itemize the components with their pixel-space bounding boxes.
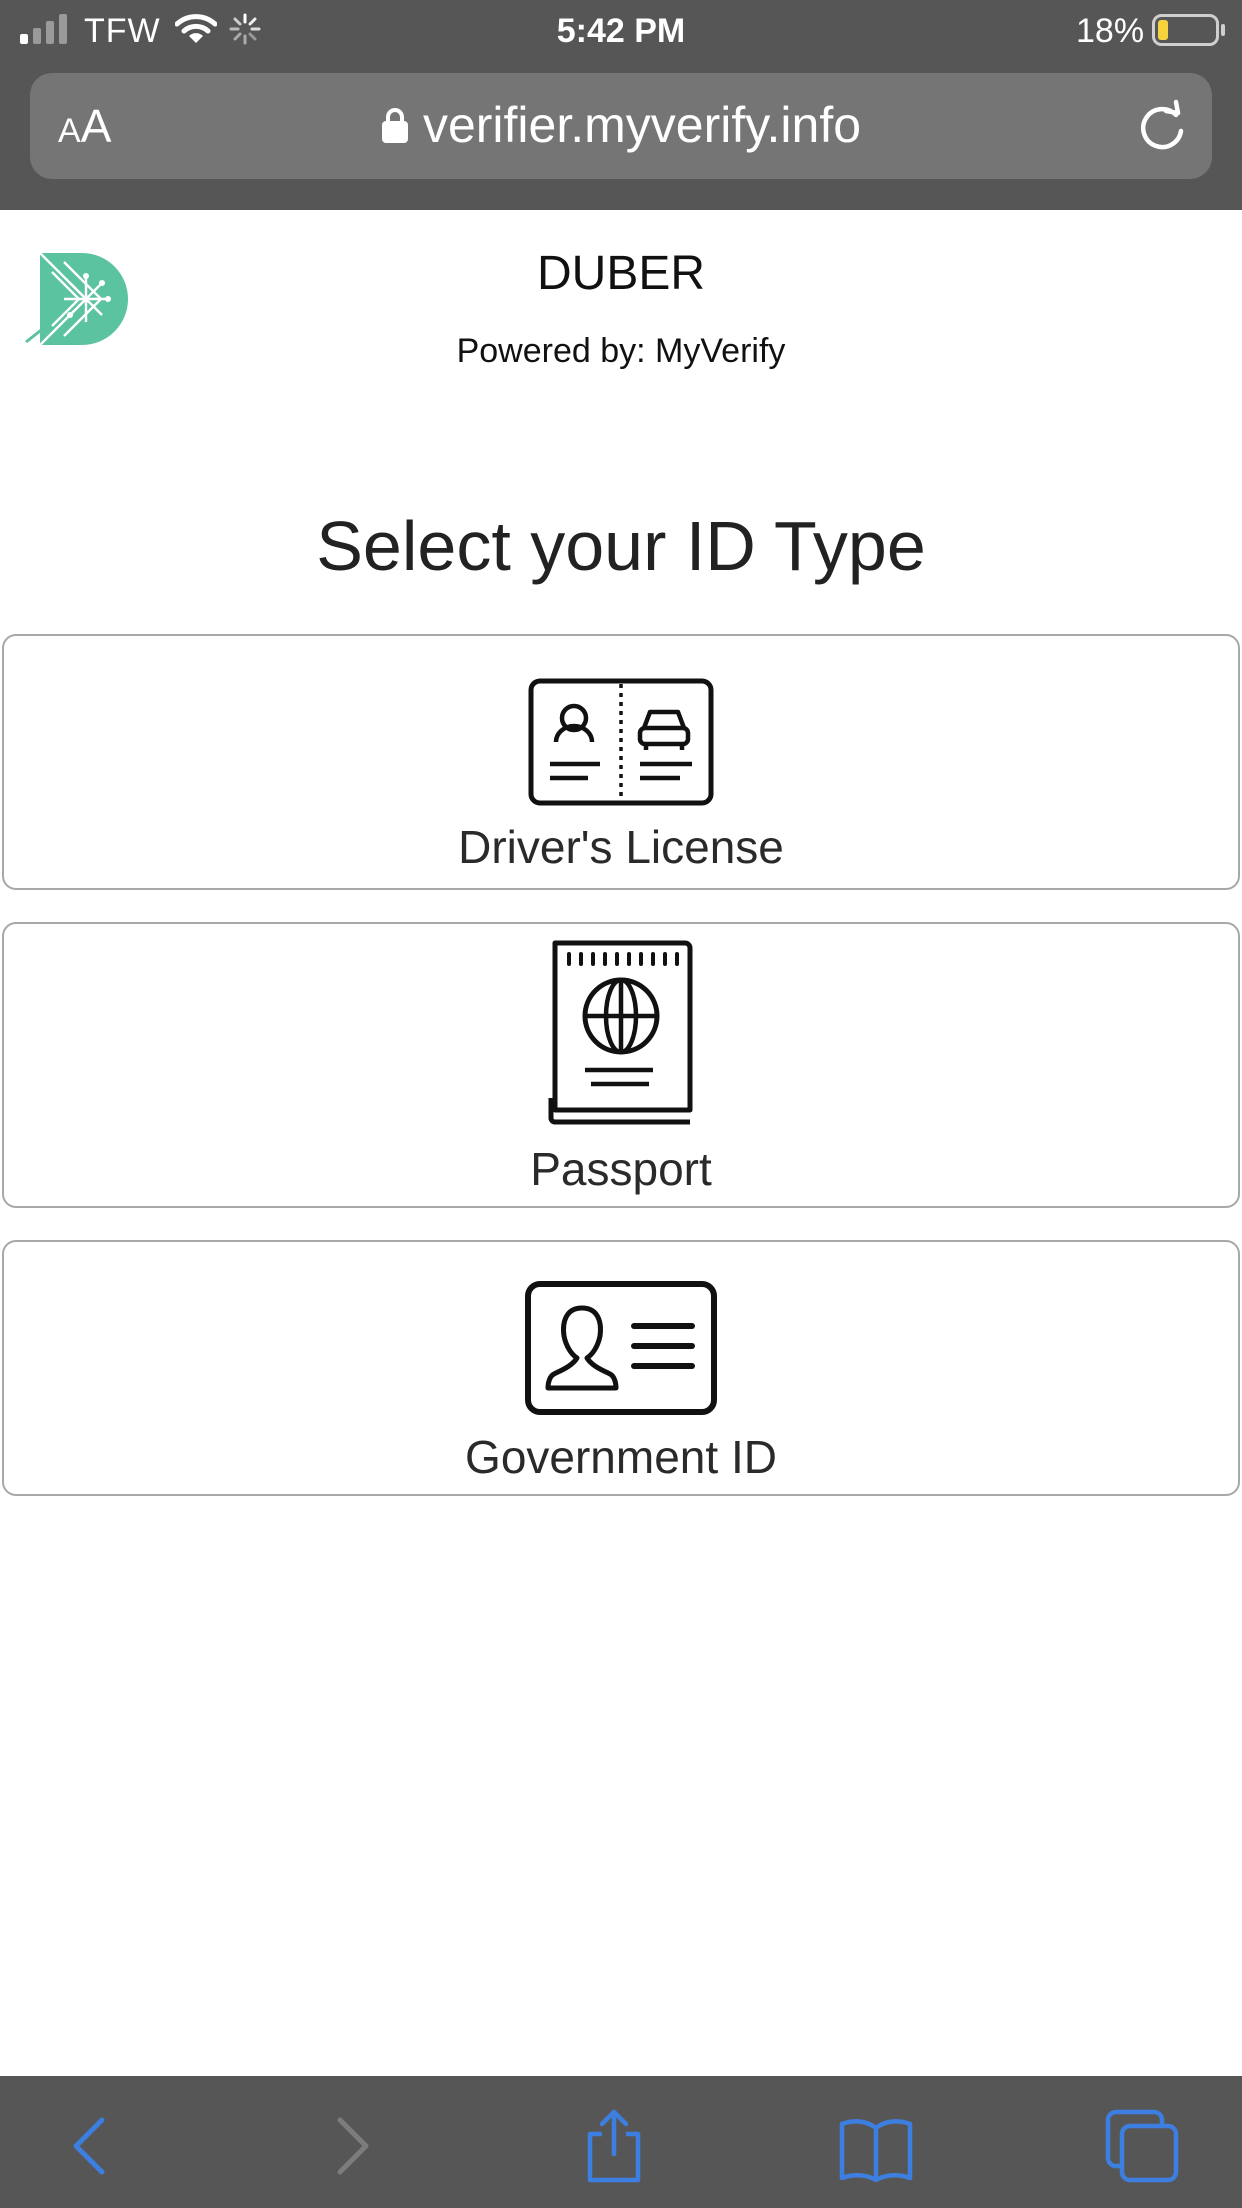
tabs-icon[interactable] xyxy=(1102,2108,1182,2184)
bookmarks-icon[interactable] xyxy=(836,2108,916,2184)
passport-icon xyxy=(548,940,693,1125)
government-id-icon xyxy=(525,1281,717,1415)
drivers-license-option[interactable]: Driver's License xyxy=(2,634,1240,890)
powered-by-text: Powered by: MyVerify xyxy=(456,332,786,370)
address-bar[interactable]: AA verifier.myverify.info xyxy=(30,73,1212,179)
drivers-license-label: Driver's License xyxy=(458,821,784,873)
page-title: Select your ID Type xyxy=(316,507,926,585)
battery-icon xyxy=(1152,14,1225,46)
passport-label: Passport xyxy=(530,1143,712,1195)
battery-percentage: 18% xyxy=(1076,12,1145,50)
government-id-label: Government ID xyxy=(465,1431,777,1483)
reload-icon[interactable] xyxy=(1136,99,1190,153)
status-bar: TFW 5:42 PM 18% xyxy=(0,0,1242,62)
activity-spinner-icon xyxy=(229,13,261,45)
government-id-option[interactable]: Government ID xyxy=(2,1240,1240,1496)
browser-toolbar xyxy=(0,2076,1242,2208)
wifi-icon xyxy=(175,14,217,43)
back-icon[interactable] xyxy=(50,2108,130,2184)
url-text: verifier.myverify.info xyxy=(422,97,862,153)
forward-icon[interactable] xyxy=(312,2108,392,2184)
brand-name: DUBER xyxy=(536,247,706,300)
cellular-signal-icon xyxy=(20,14,67,44)
lock-icon xyxy=(381,108,408,143)
carrier-name: TFW xyxy=(84,12,161,50)
passport-option[interactable]: Passport xyxy=(2,922,1240,1208)
drivers-license-icon xyxy=(528,678,714,806)
browser-top-chrome: TFW 5:42 PM 18% AA verifier.myverify.inf… xyxy=(0,0,1242,210)
url-display[interactable]: verifier.myverify.info xyxy=(30,95,1212,155)
share-icon[interactable] xyxy=(574,2108,654,2184)
